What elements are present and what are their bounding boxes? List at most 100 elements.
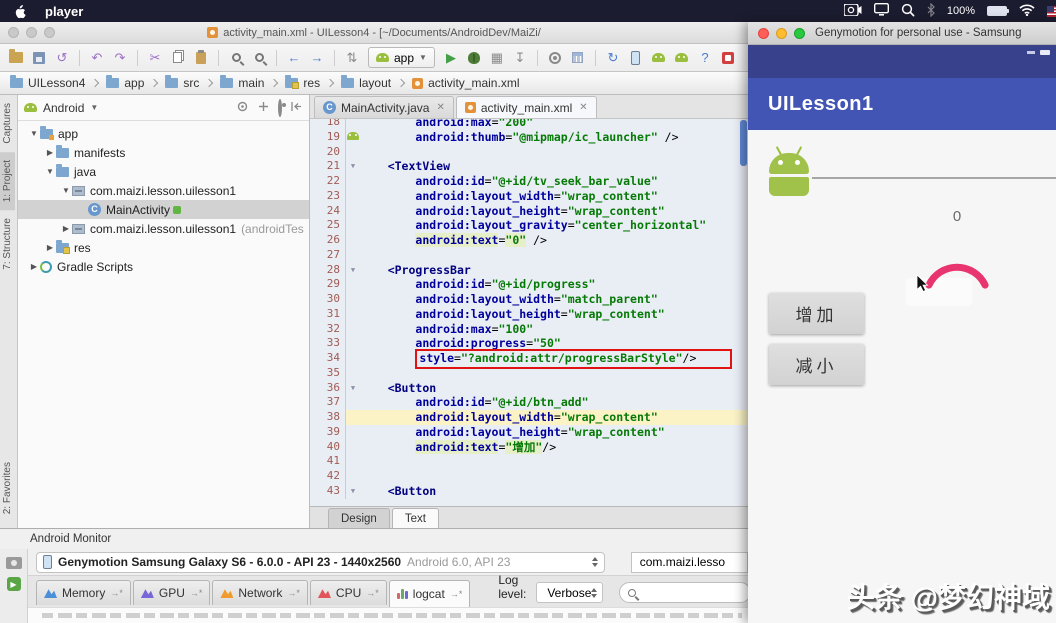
tree-row[interactable]: ▼java xyxy=(18,162,309,181)
breadcrumb-item[interactable]: main xyxy=(220,76,264,90)
breadcrumb-item[interactable]: layout xyxy=(341,76,391,90)
breadcrumb-item[interactable]: UILesson4 xyxy=(10,76,85,90)
seekbar-track[interactable] xyxy=(812,177,1056,179)
tree-row[interactable]: ▶Gradle Scripts xyxy=(18,257,309,276)
collapse-all-icon[interactable] xyxy=(257,100,270,116)
minimize-button[interactable] xyxy=(26,27,37,38)
logcat-output[interactable] xyxy=(28,607,748,623)
tree-row[interactable]: ▼app xyxy=(18,124,309,143)
android-device-monitor-icon[interactable] xyxy=(672,48,692,68)
decrease-button[interactable]: 减小 xyxy=(769,344,864,385)
android-monitor-header[interactable]: Android Monitor xyxy=(0,529,748,549)
close-button[interactable] xyxy=(8,27,19,38)
spotlight-icon[interactable] xyxy=(901,3,915,20)
undo-icon[interactable]: ↶ xyxy=(87,48,107,68)
tool-window-button[interactable]: 2: Favorites xyxy=(0,454,15,522)
tool-window-button[interactable]: 7: Structure xyxy=(0,210,15,278)
tree-row[interactable]: CMainActivity xyxy=(18,200,309,219)
export-icon[interactable]: ⇅ xyxy=(342,48,362,68)
help-icon[interactable]: ? xyxy=(695,48,715,68)
monitor-tab-gpu[interactable]: GPU→* xyxy=(133,580,211,605)
editor-scrollbar[interactable] xyxy=(740,120,747,166)
redo-icon[interactable]: ↷ xyxy=(110,48,130,68)
logcat-search-input[interactable] xyxy=(619,582,748,603)
replace-icon[interactable] xyxy=(249,48,269,68)
increase-button[interactable]: 增加 xyxy=(769,293,864,334)
tool-window-button[interactable]: Captures xyxy=(0,95,15,152)
tree-expand-arrow[interactable]: ▼ xyxy=(28,129,40,138)
copy-icon[interactable] xyxy=(168,48,188,68)
tree-collapse-arrow[interactable]: ▶ xyxy=(28,262,40,271)
find-icon[interactable] xyxy=(226,48,246,68)
breadcrumb-item[interactable]: app xyxy=(106,76,144,90)
hide-panel-icon[interactable] xyxy=(290,100,303,116)
project-structure-icon[interactable] xyxy=(568,48,588,68)
paste-icon[interactable] xyxy=(191,48,211,68)
breadcrumb-item[interactable]: src xyxy=(165,76,199,90)
tree-row[interactable]: ▶manifests xyxy=(18,143,309,162)
seekbar-thumb-android-icon[interactable] xyxy=(766,146,812,200)
tree-row[interactable]: ▶com.maizi.lesson.uilesson1(androidTes xyxy=(18,219,309,238)
editor[interactable]: CMainActivity.java✕activity_main.xml✕ 18… xyxy=(310,95,748,528)
wifi-icon[interactable] xyxy=(1019,4,1035,19)
gradle-sync-icon[interactable]: ↻ xyxy=(603,48,623,68)
tree-collapse-arrow[interactable]: ▶ xyxy=(44,148,56,157)
run-configuration-dropdown[interactable]: app ▼ xyxy=(368,47,435,68)
screen-record-icon[interactable] xyxy=(844,4,862,19)
zoom-button[interactable] xyxy=(44,27,55,38)
tree-row[interactable]: ▶res xyxy=(18,238,309,257)
screenshot-icon[interactable] xyxy=(6,557,22,569)
apple-menu-icon[interactable] xyxy=(14,4,27,19)
monitor-tab-logcat[interactable]: logcat→* xyxy=(389,580,471,607)
coverage-icon[interactable]: ▦ xyxy=(487,48,507,68)
forward-icon[interactable]: → xyxy=(307,48,327,68)
sync-icon[interactable]: ↺ xyxy=(52,48,72,68)
debug-icon[interactable] xyxy=(464,48,484,68)
close-icon[interactable]: ✕ xyxy=(579,102,587,113)
translation-editor-icon[interactable] xyxy=(718,48,738,68)
tree-collapse-arrow[interactable]: ▶ xyxy=(60,224,72,233)
attach-debugger-icon[interactable]: ↧ xyxy=(510,48,530,68)
back-icon[interactable]: ← xyxy=(284,48,304,68)
log-level-select[interactable]: Verbose xyxy=(536,582,603,603)
close-icon[interactable]: ✕ xyxy=(436,102,444,113)
gear-icon[interactable] xyxy=(278,101,282,115)
editor-tab[interactable]: CMainActivity.java✕ xyxy=(314,96,454,118)
screen-record-icon[interactable]: ▶ xyxy=(7,577,21,591)
open-icon[interactable] xyxy=(6,48,26,68)
zoom-button[interactable] xyxy=(794,28,805,39)
bluetooth-icon[interactable] xyxy=(927,3,935,20)
run-icon[interactable]: ▶ xyxy=(441,48,461,68)
breadcrumb-item[interactable]: activity_main.xml xyxy=(412,76,519,90)
minimize-button[interactable] xyxy=(776,28,787,39)
input-language-flag-icon[interactable] xyxy=(1047,6,1056,17)
tab-design[interactable]: Design xyxy=(328,508,390,528)
monitor-tab-cpu[interactable]: CPU→* xyxy=(310,580,387,605)
project-view-selector[interactable]: Android xyxy=(43,101,84,115)
battery-icon[interactable] xyxy=(987,6,1007,16)
save-icon[interactable] xyxy=(29,48,49,68)
display-icon[interactable] xyxy=(874,3,889,19)
settings-icon[interactable] xyxy=(545,48,565,68)
window-controls-inactive[interactable] xyxy=(8,27,55,38)
locate-file-icon[interactable] xyxy=(236,100,249,116)
tree-expand-arrow[interactable]: ▼ xyxy=(44,167,56,176)
monitor-tab-memory[interactable]: Memory→* xyxy=(36,580,131,605)
close-button[interactable] xyxy=(758,28,769,39)
cut-icon[interactable]: ✂ xyxy=(145,48,165,68)
tree-expand-arrow[interactable]: ▼ xyxy=(60,186,72,195)
monitor-tab-network[interactable]: Network→* xyxy=(212,580,308,605)
code-editor[interactable]: 18 android:max="200"19 android:thumb="@m… xyxy=(310,119,748,506)
editor-tab[interactable]: activity_main.xml✕ xyxy=(456,96,597,118)
breadcrumb-item[interactable]: res xyxy=(285,76,320,90)
avd-manager-icon[interactable] xyxy=(626,48,646,68)
device-dropdown[interactable]: Genymotion Samsung Galaxy S6 - 6.0.0 - A… xyxy=(36,552,605,573)
tree-collapse-arrow[interactable]: ▶ xyxy=(44,243,56,252)
window-controls[interactable] xyxy=(758,28,805,39)
sdk-manager-icon[interactable] xyxy=(649,48,669,68)
tab-text[interactable]: Text xyxy=(392,508,439,528)
tool-window-button[interactable]: 1: Project xyxy=(0,152,15,210)
tree-row[interactable]: ▼com.maizi.lesson.uilesson1 xyxy=(18,181,309,200)
process-dropdown[interactable]: com.maizi.lesso xyxy=(631,552,748,573)
menubar-app-name[interactable]: player xyxy=(45,4,83,19)
